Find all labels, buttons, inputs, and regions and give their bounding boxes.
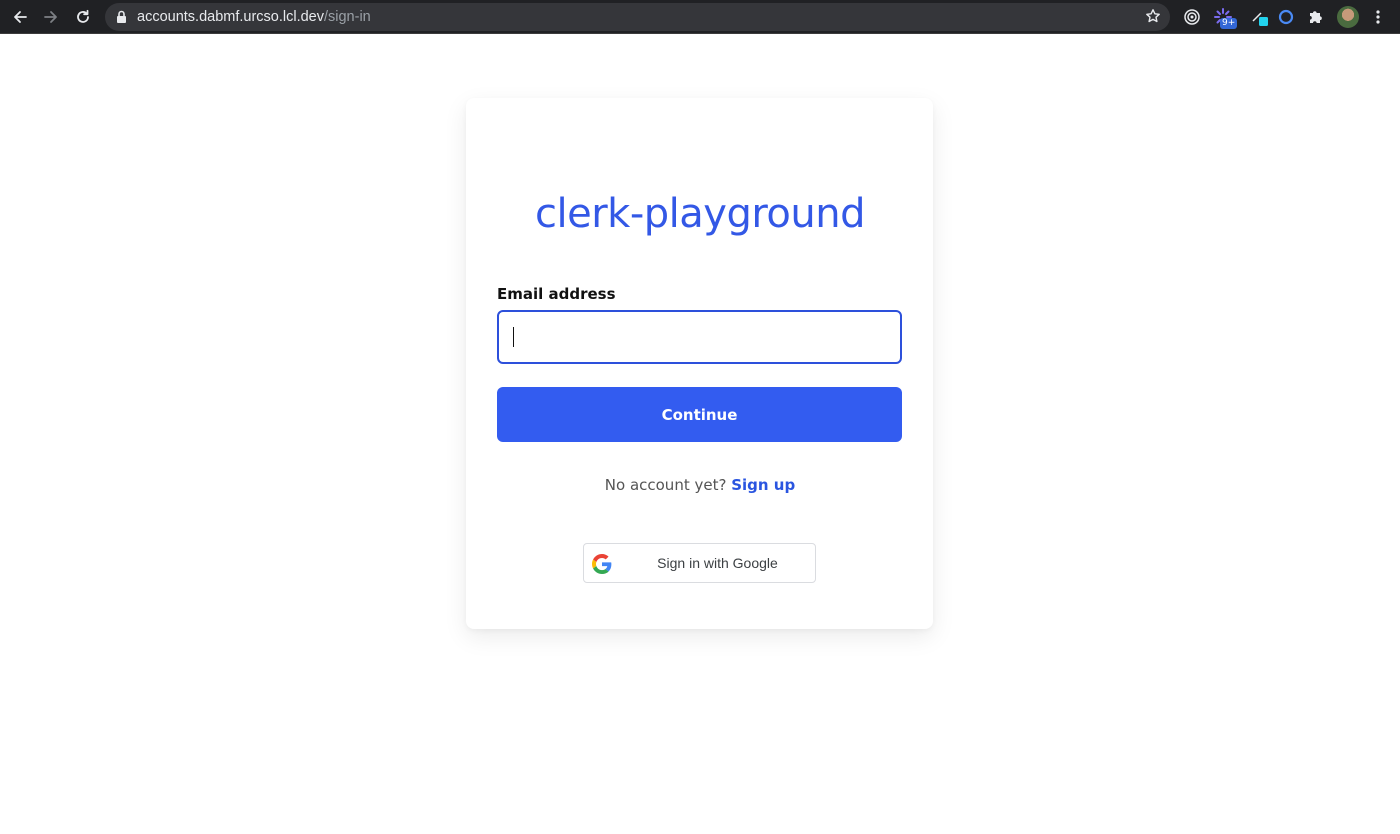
back-button[interactable] xyxy=(8,5,32,29)
reload-button[interactable] xyxy=(71,5,95,29)
address-bar[interactable]: accounts.dabmf.urcso.lcl.dev/sign-in xyxy=(105,3,1170,31)
back-icon xyxy=(14,11,27,23)
ring-extension-icon[interactable] xyxy=(1274,5,1298,29)
extension-badge: 9+ xyxy=(1220,18,1238,29)
google-sign-in-label: Sign in with Google xyxy=(657,555,778,571)
email-field[interactable] xyxy=(497,310,902,364)
url-path: /sign-in xyxy=(323,9,371,25)
puzzle-icon[interactable] xyxy=(1304,5,1328,29)
no-account-text: No account yet? xyxy=(604,476,727,494)
signup-prompt: No account yet? Sign up xyxy=(0,476,1400,494)
target-extension-icon[interactable] xyxy=(1180,5,1204,29)
app-brand-title: clerk-playground xyxy=(535,191,865,237)
browser-toolbar: accounts.dabmf.urcso.lcl.dev/sign-in 9+ xyxy=(0,0,1400,34)
google-logo-icon xyxy=(592,554,612,579)
profile-avatar[interactable] xyxy=(1337,6,1359,28)
url-host: accounts.dabmf.urcso.lcl.dev xyxy=(137,9,324,25)
google-sign-in-button[interactable]: Sign in with Google xyxy=(583,543,816,583)
lock-icon xyxy=(116,10,127,29)
url-text: accounts.dabmf.urcso.lcl.dev/sign-in xyxy=(137,8,371,26)
text-cursor xyxy=(513,327,514,347)
sign-up-link[interactable]: Sign up xyxy=(731,476,795,494)
forward-icon xyxy=(44,11,57,23)
forward-button[interactable] xyxy=(39,5,63,29)
dropper-extension-icon[interactable] xyxy=(1248,5,1272,29)
menu-icon[interactable] xyxy=(1366,5,1390,29)
continue-button[interactable]: Continue xyxy=(497,387,902,442)
email-label: Email address xyxy=(497,285,616,303)
bookmark-star-icon[interactable] xyxy=(1145,8,1161,29)
reload-icon xyxy=(77,9,89,23)
